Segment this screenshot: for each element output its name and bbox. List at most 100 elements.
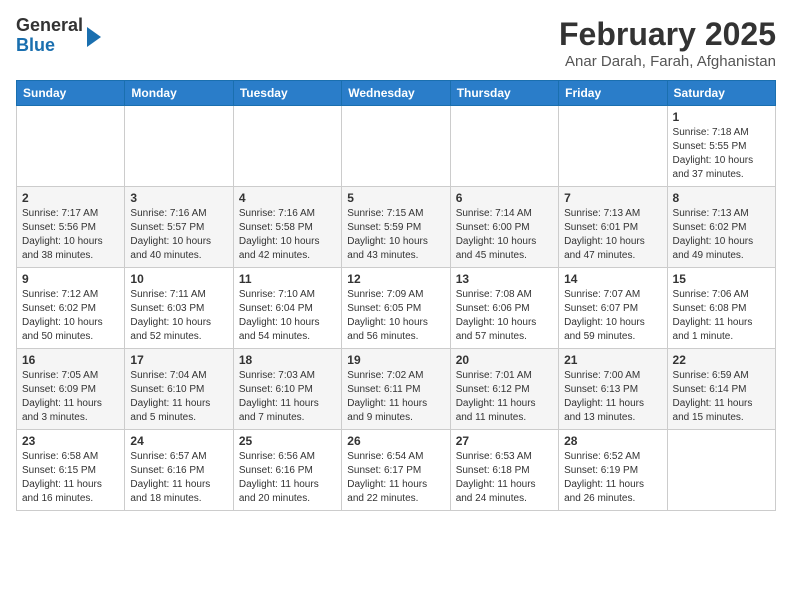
day-number: 9 — [22, 272, 119, 286]
calendar-week-3: 9 Sunrise: 7:12 AM Sunset: 6:02 PM Daylig… — [17, 268, 776, 349]
calendar-cell — [233, 106, 341, 187]
day-number: 2 — [22, 191, 119, 205]
day-number: 16 — [22, 353, 119, 367]
location-subtitle: Anar Darah, Farah, Afghanistan — [559, 53, 776, 70]
day-number: 3 — [130, 191, 227, 205]
day-info: Sunrise: 7:09 AM Sunset: 6:05 PM Dayligh… — [347, 288, 444, 344]
day-number: 26 — [347, 434, 444, 448]
day-number: 15 — [673, 272, 770, 286]
calendar-cell: 18 Sunrise: 7:03 AM Sunset: 6:10 PM Dayli… — [233, 349, 341, 430]
page-header: General Blue February 2025 Anar Darah, F… — [16, 16, 776, 70]
day-info: Sunrise: 7:02 AM Sunset: 6:11 PM Dayligh… — [347, 369, 444, 425]
day-number: 19 — [347, 353, 444, 367]
calendar-cell: 1Sunrise: 7:18 AM Sunset: 5:55 PM Daylig… — [667, 106, 775, 187]
calendar-header-row: SundayMondayTuesdayWednesdayThursdayFrid… — [17, 81, 776, 106]
day-info: Sunrise: 7:16 AM Sunset: 5:57 PM Dayligh… — [130, 207, 227, 263]
day-number: 24 — [130, 434, 227, 448]
day-info: Sunrise: 7:10 AM Sunset: 6:04 PM Dayligh… — [239, 288, 336, 344]
calendar-cell: 23 Sunrise: 6:58 AM Sunset: 6:15 PM Dayli… — [17, 430, 125, 511]
calendar-cell: 4Sunrise: 7:16 AM Sunset: 5:58 PM Daylig… — [233, 187, 341, 268]
day-number: 18 — [239, 353, 336, 367]
day-info: Sunrise: 7:13 AM Sunset: 6:02 PM Dayligh… — [673, 207, 770, 263]
logo: General Blue — [16, 16, 101, 56]
calendar-cell: 24 Sunrise: 6:57 AM Sunset: 6:16 PM Dayli… — [125, 430, 233, 511]
logo-blue: Blue — [16, 35, 55, 55]
day-number: 27 — [456, 434, 553, 448]
day-info: Sunrise: 7:11 AM Sunset: 6:03 PM Dayligh… — [130, 288, 227, 344]
day-number: 14 — [564, 272, 661, 286]
month-title: February 2025 — [559, 16, 776, 53]
day-number: 12 — [347, 272, 444, 286]
day-number: 17 — [130, 353, 227, 367]
day-info: Sunrise: 6:59 AM Sunset: 6:14 PM Dayligh… — [673, 369, 770, 425]
day-number: 20 — [456, 353, 553, 367]
calendar-week-5: 23 Sunrise: 6:58 AM Sunset: 6:15 PM Dayli… — [17, 430, 776, 511]
day-number: 13 — [456, 272, 553, 286]
day-info: Sunrise: 7:16 AM Sunset: 5:58 PM Dayligh… — [239, 207, 336, 263]
calendar-cell: 10 Sunrise: 7:11 AM Sunset: 6:03 PM Dayli… — [125, 268, 233, 349]
day-number: 6 — [456, 191, 553, 205]
day-info: Sunrise: 6:52 AM Sunset: 6:19 PM Dayligh… — [564, 450, 661, 506]
calendar-cell: 11 Sunrise: 7:10 AM Sunset: 6:04 PM Dayli… — [233, 268, 341, 349]
day-info: Sunrise: 7:07 AM Sunset: 6:07 PM Dayligh… — [564, 288, 661, 344]
calendar-cell — [667, 430, 775, 511]
calendar-table: SundayMondayTuesdayWednesdayThursdayFrid… — [16, 80, 776, 511]
day-info: Sunrise: 7:14 AM Sunset: 6:00 PM Dayligh… — [456, 207, 553, 263]
logo-arrow-icon — [87, 27, 101, 47]
weekday-header-thursday: Thursday — [450, 81, 558, 106]
calendar-cell: 9 Sunrise: 7:12 AM Sunset: 6:02 PM Daylig… — [17, 268, 125, 349]
day-number: 11 — [239, 272, 336, 286]
day-info: Sunrise: 6:54 AM Sunset: 6:17 PM Dayligh… — [347, 450, 444, 506]
day-info: Sunrise: 7:12 AM Sunset: 6:02 PM Dayligh… — [22, 288, 119, 344]
day-info: Sunrise: 7:08 AM Sunset: 6:06 PM Dayligh… — [456, 288, 553, 344]
calendar-cell: 22 Sunrise: 6:59 AM Sunset: 6:14 PM Dayli… — [667, 349, 775, 430]
calendar-cell: 12 Sunrise: 7:09 AM Sunset: 6:05 PM Dayli… — [342, 268, 450, 349]
day-info: Sunrise: 6:53 AM Sunset: 6:18 PM Dayligh… — [456, 450, 553, 506]
day-info: Sunrise: 7:06 AM Sunset: 6:08 PM Dayligh… — [673, 288, 770, 344]
calendar-week-1: 1Sunrise: 7:18 AM Sunset: 5:55 PM Daylig… — [17, 106, 776, 187]
calendar-cell: 7 Sunrise: 7:13 AM Sunset: 6:01 PM Daylig… — [559, 187, 667, 268]
weekday-header-sunday: Sunday — [17, 81, 125, 106]
calendar-cell — [450, 106, 558, 187]
day-number: 5 — [347, 191, 444, 205]
day-info: Sunrise: 7:03 AM Sunset: 6:10 PM Dayligh… — [239, 369, 336, 425]
calendar-cell: 17Sunrise: 7:04 AM Sunset: 6:10 PM Dayli… — [125, 349, 233, 430]
calendar-cell: 27 Sunrise: 6:53 AM Sunset: 6:18 PM Dayli… — [450, 430, 558, 511]
calendar-cell — [342, 106, 450, 187]
day-number: 1 — [673, 110, 770, 124]
calendar-cell: 26 Sunrise: 6:54 AM Sunset: 6:17 PM Dayli… — [342, 430, 450, 511]
day-info: Sunrise: 6:57 AM Sunset: 6:16 PM Dayligh… — [130, 450, 227, 506]
calendar-cell: 5 Sunrise: 7:15 AM Sunset: 5:59 PM Daylig… — [342, 187, 450, 268]
day-info: Sunrise: 7:15 AM Sunset: 5:59 PM Dayligh… — [347, 207, 444, 263]
weekday-header-friday: Friday — [559, 81, 667, 106]
day-info: Sunrise: 6:56 AM Sunset: 6:16 PM Dayligh… — [239, 450, 336, 506]
calendar-cell: 2 Sunrise: 7:17 AM Sunset: 5:56 PM Daylig… — [17, 187, 125, 268]
calendar-cell: 25 Sunrise: 6:56 AM Sunset: 6:16 PM Dayli… — [233, 430, 341, 511]
calendar-cell: 14 Sunrise: 7:07 AM Sunset: 6:07 PM Dayli… — [559, 268, 667, 349]
day-info: Sunrise: 7:01 AM Sunset: 6:12 PM Dayligh… — [456, 369, 553, 425]
calendar-cell: 13 Sunrise: 7:08 AM Sunset: 6:06 PM Dayli… — [450, 268, 558, 349]
calendar-week-2: 2 Sunrise: 7:17 AM Sunset: 5:56 PM Daylig… — [17, 187, 776, 268]
day-info: Sunrise: 7:17 AM Sunset: 5:56 PM Dayligh… — [22, 207, 119, 263]
day-number: 8 — [673, 191, 770, 205]
calendar-cell — [17, 106, 125, 187]
day-number: 23 — [22, 434, 119, 448]
day-info: Sunrise: 6:58 AM Sunset: 6:15 PM Dayligh… — [22, 450, 119, 506]
calendar-cell: 19 Sunrise: 7:02 AM Sunset: 6:11 PM Dayli… — [342, 349, 450, 430]
title-block: February 2025 Anar Darah, Farah, Afghani… — [559, 16, 776, 70]
weekday-header-saturday: Saturday — [667, 81, 775, 106]
calendar-cell: 16Sunrise: 7:05 AM Sunset: 6:09 PM Dayli… — [17, 349, 125, 430]
calendar-cell: 6 Sunrise: 7:14 AM Sunset: 6:00 PM Daylig… — [450, 187, 558, 268]
day-info: Sunrise: 7:13 AM Sunset: 6:01 PM Dayligh… — [564, 207, 661, 263]
day-number: 25 — [239, 434, 336, 448]
calendar-cell: 21Sunrise: 7:00 AM Sunset: 6:13 PM Dayli… — [559, 349, 667, 430]
day-number: 22 — [673, 353, 770, 367]
calendar-cell — [125, 106, 233, 187]
day-number: 10 — [130, 272, 227, 286]
calendar-cell: 20 Sunrise: 7:01 AM Sunset: 6:12 PM Dayli… — [450, 349, 558, 430]
weekday-header-monday: Monday — [125, 81, 233, 106]
day-number: 7 — [564, 191, 661, 205]
day-number: 21 — [564, 353, 661, 367]
day-number: 28 — [564, 434, 661, 448]
calendar-cell: 8 Sunrise: 7:13 AM Sunset: 6:02 PM Daylig… — [667, 187, 775, 268]
